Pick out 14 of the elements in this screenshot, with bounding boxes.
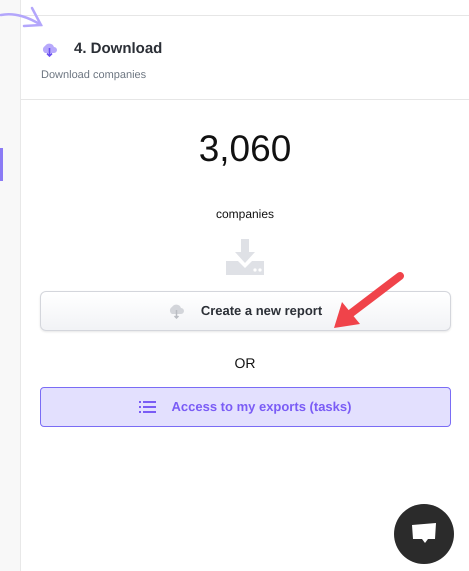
count-label: companies — [216, 206, 274, 223]
step-subtitle: Download companies — [41, 68, 148, 82]
chat-icon — [411, 523, 437, 545]
step-title: 4. Download — [74, 39, 162, 59]
active-indicator — [0, 148, 3, 181]
download-icon — [226, 239, 264, 275]
curved-arrow-annotation — [0, 6, 44, 30]
cloud-download-icon — [168, 303, 185, 319]
or-separator: OR — [234, 354, 256, 373]
company-count: 3,060 — [198, 130, 292, 167]
list-icon — [138, 401, 156, 413]
cloud-download-icon — [41, 40, 58, 58]
create-report-button[interactable]: Create a new report — [40, 291, 450, 331]
exports-button[interactable]: Access to my exports (tasks) — [40, 387, 450, 427]
